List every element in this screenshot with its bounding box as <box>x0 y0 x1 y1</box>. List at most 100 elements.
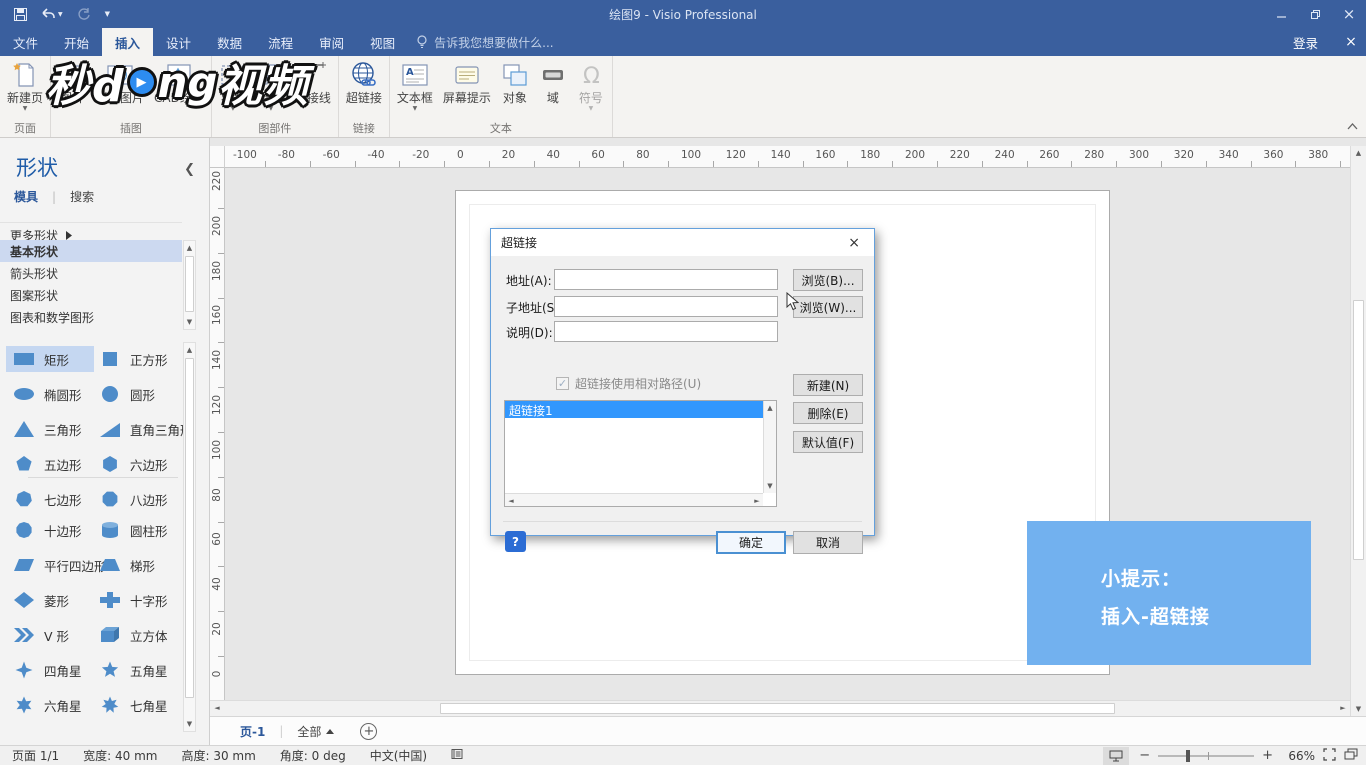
sub-address-input[interactable] <box>554 296 778 317</box>
field-button[interactable]: 域 <box>535 58 571 106</box>
status-language[interactable]: 中文(中国) <box>358 747 439 764</box>
scroll-left-icon[interactable]: ◄ <box>505 494 517 508</box>
horizontal-scrollbar[interactable]: ◄ ► <box>210 700 1350 716</box>
browse-b-button[interactable]: 浏览(B)... <box>793 269 863 291</box>
connector-button[interactable]: 连接线 <box>291 58 335 106</box>
shape-item-cross[interactable]: 十字形 <box>92 587 180 613</box>
scrollbar-thumb[interactable] <box>185 358 194 698</box>
shape-item-vshape[interactable]: V 形 <box>6 622 94 648</box>
shape-item-rect[interactable]: 矩形 <box>6 346 94 372</box>
cancel-button[interactable]: 取消 <box>793 531 863 554</box>
description-input[interactable] <box>554 321 778 342</box>
shape-item-star6[interactable]: 六角星 <box>6 692 94 718</box>
stencil-item-1[interactable]: 箭头形状 <box>0 262 182 284</box>
tab-review[interactable]: 审阅 <box>306 28 357 56</box>
collapse-ribbon-icon[interactable] <box>1347 119 1358 133</box>
online-pictures-button[interactable]: 联机图片 <box>92 58 148 106</box>
list-horizontal-scrollbar[interactable]: ◄ ► <box>505 493 763 506</box>
list-vertical-scrollbar[interactable]: ▲ ▼ <box>763 401 776 493</box>
add-page-icon[interactable]: + <box>360 723 377 740</box>
tell-me-box[interactable]: 告诉我您想要做什么... <box>416 28 553 56</box>
dialog-title-bar[interactable]: 超链接 × <box>491 229 874 256</box>
zoom-out-icon[interactable]: − <box>1137 748 1152 763</box>
shape-item-ellipse[interactable]: 椭圆形 <box>6 381 94 407</box>
zoom-track[interactable] <box>1158 755 1254 757</box>
shape-item-diamond[interactable]: 菱形 <box>6 587 94 613</box>
stencil-item-0[interactable]: 基本形状 <box>0 240 182 262</box>
scroll-up-icon[interactable]: ▲ <box>184 343 195 357</box>
tab-stencils[interactable]: 模具 <box>8 188 44 205</box>
tab-home[interactable]: 开始 <box>51 28 102 56</box>
stencil-item-2[interactable]: 图案形状 <box>0 284 182 306</box>
new-page-button[interactable]: 新建页▼ <box>3 58 47 114</box>
shape-item-square[interactable]: 正方形 <box>92 346 180 372</box>
list-item-selected[interactable]: 超链接1 <box>505 401 776 418</box>
status-page[interactable]: 页面 1/1 <box>0 747 71 764</box>
text-box-button[interactable]: A文本框▼ <box>393 58 437 114</box>
tab-insert[interactable]: 插入 <box>102 28 153 56</box>
zoom-in-icon[interactable]: + <box>1260 748 1275 763</box>
shape-item-rtriangle[interactable]: 直角三角形 <box>92 416 180 442</box>
scroll-right-icon[interactable]: ► <box>751 494 763 508</box>
help-icon[interactable]: ? <box>505 531 526 552</box>
container-button[interactable]: 容器▼ <box>215 58 251 114</box>
page-tab-1[interactable]: 页-1 <box>230 723 275 740</box>
screen-tip-button[interactable]: 屏幕提示 <box>439 58 495 106</box>
checkbox-checked-icon[interactable]: ✓ <box>556 377 569 390</box>
zoom-thumb[interactable] <box>1186 750 1190 762</box>
callout-button[interactable]: 标注▼ <box>253 58 289 114</box>
shapes-scrollbar[interactable]: ▲ ▼ <box>183 342 196 732</box>
status-height[interactable]: 高度: 30 mm <box>169 747 267 764</box>
presentation-mode-icon[interactable] <box>1103 747 1129 765</box>
stencil-scrollbar[interactable]: ▲ ▼ <box>183 240 196 330</box>
shape-item-trapezoid[interactable]: 梯形 <box>92 552 180 578</box>
shape-item-pentagon[interactable]: 五边形 <box>6 451 94 477</box>
tab-design[interactable]: 设计 <box>153 28 204 56</box>
all-pages-button[interactable]: 全部 <box>287 723 344 740</box>
sign-in-button[interactable]: 登录 <box>1279 33 1332 52</box>
shape-item-decagon[interactable]: 十边形 <box>6 517 94 543</box>
shape-item-star7[interactable]: 七角星 <box>92 692 180 718</box>
delete-button[interactable]: 删除(E) <box>793 402 863 424</box>
browse-w-button[interactable]: 浏览(W)... <box>793 296 863 318</box>
shape-item-cylinder[interactable]: 圆柱形 <box>92 517 180 543</box>
scrollbar-thumb[interactable] <box>440 703 1115 714</box>
shape-item-star5[interactable]: 五角星 <box>92 657 180 683</box>
shape-item-triangle[interactable]: 三角形 <box>6 416 94 442</box>
scroll-up-icon[interactable]: ▲ <box>764 401 776 415</box>
picture-button[interactable]: 图片 <box>54 58 90 106</box>
scroll-down-icon[interactable]: ▼ <box>184 315 195 329</box>
tab-search[interactable]: 搜索 <box>64 188 100 205</box>
tab-process[interactable]: 流程 <box>255 28 306 56</box>
shape-item-parallelogram[interactable]: 平行四边形 <box>6 552 94 578</box>
fit-page-icon[interactable] <box>1323 748 1336 764</box>
scroll-down-icon[interactable]: ▼ <box>764 479 776 493</box>
vertical-scrollbar[interactable]: ▲ ▼ <box>1350 146 1366 716</box>
object-button[interactable]: 对象 <box>497 58 533 106</box>
tab-file[interactable]: 文件 <box>0 28 51 56</box>
cad-drawing-button[interactable]: CAD绘图 <box>150 58 208 106</box>
stencil-item-3[interactable]: 图表和数学图形 <box>0 306 182 328</box>
zoom-level[interactable]: 66% <box>1283 749 1315 763</box>
scroll-down-icon[interactable]: ▼ <box>1351 702 1366 716</box>
shape-item-star4[interactable]: 四角星 <box>6 657 94 683</box>
new-button[interactable]: 新建(N) <box>793 374 863 396</box>
scroll-right-icon[interactable]: ► <box>1336 701 1350 715</box>
shape-item-cube[interactable]: 立方体 <box>92 622 180 648</box>
shape-item-circle[interactable]: 圆形 <box>92 381 180 407</box>
tab-data[interactable]: 数据 <box>204 28 255 56</box>
scrollbar-thumb[interactable] <box>185 256 194 312</box>
dialog-close-icon[interactable]: × <box>844 235 864 251</box>
hyperlink-button[interactable]: 超链接 <box>342 58 386 106</box>
default-button[interactable]: 默认值(F) <box>793 431 863 453</box>
scroll-up-icon[interactable]: ▲ <box>184 241 195 255</box>
shape-item-heptagon[interactable]: 七边形 <box>6 486 94 512</box>
collapse-panel-icon[interactable]: ❮ <box>184 162 195 177</box>
address-input[interactable] <box>554 269 778 290</box>
ok-button[interactable]: 确定 <box>716 531 786 554</box>
scroll-left-icon[interactable]: ◄ <box>210 701 224 715</box>
scroll-up-icon[interactable]: ▲ <box>1351 146 1366 160</box>
tabrow-close-icon[interactable]: × <box>1336 34 1366 50</box>
scrollbar-thumb[interactable] <box>1353 300 1364 560</box>
shape-item-octagon[interactable]: 八边形 <box>92 486 180 512</box>
